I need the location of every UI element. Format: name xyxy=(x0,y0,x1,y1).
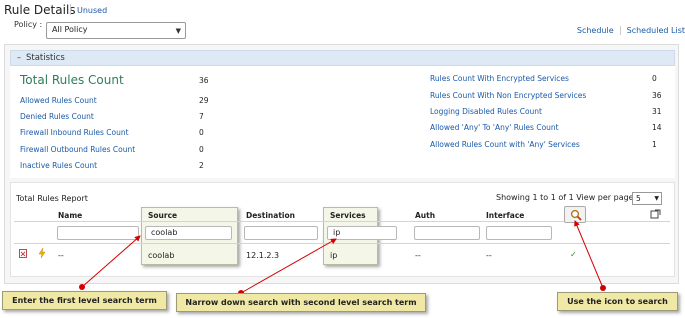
callout-dot xyxy=(600,285,606,291)
callout-dot xyxy=(79,284,85,290)
callout-first-level: Enter the first level search term xyxy=(2,291,167,310)
annotation-arrows xyxy=(81,220,604,294)
callout-second-level: Narrow down search with second level sea… xyxy=(176,293,426,312)
callout-icon: Use the icon to search xyxy=(557,292,678,311)
